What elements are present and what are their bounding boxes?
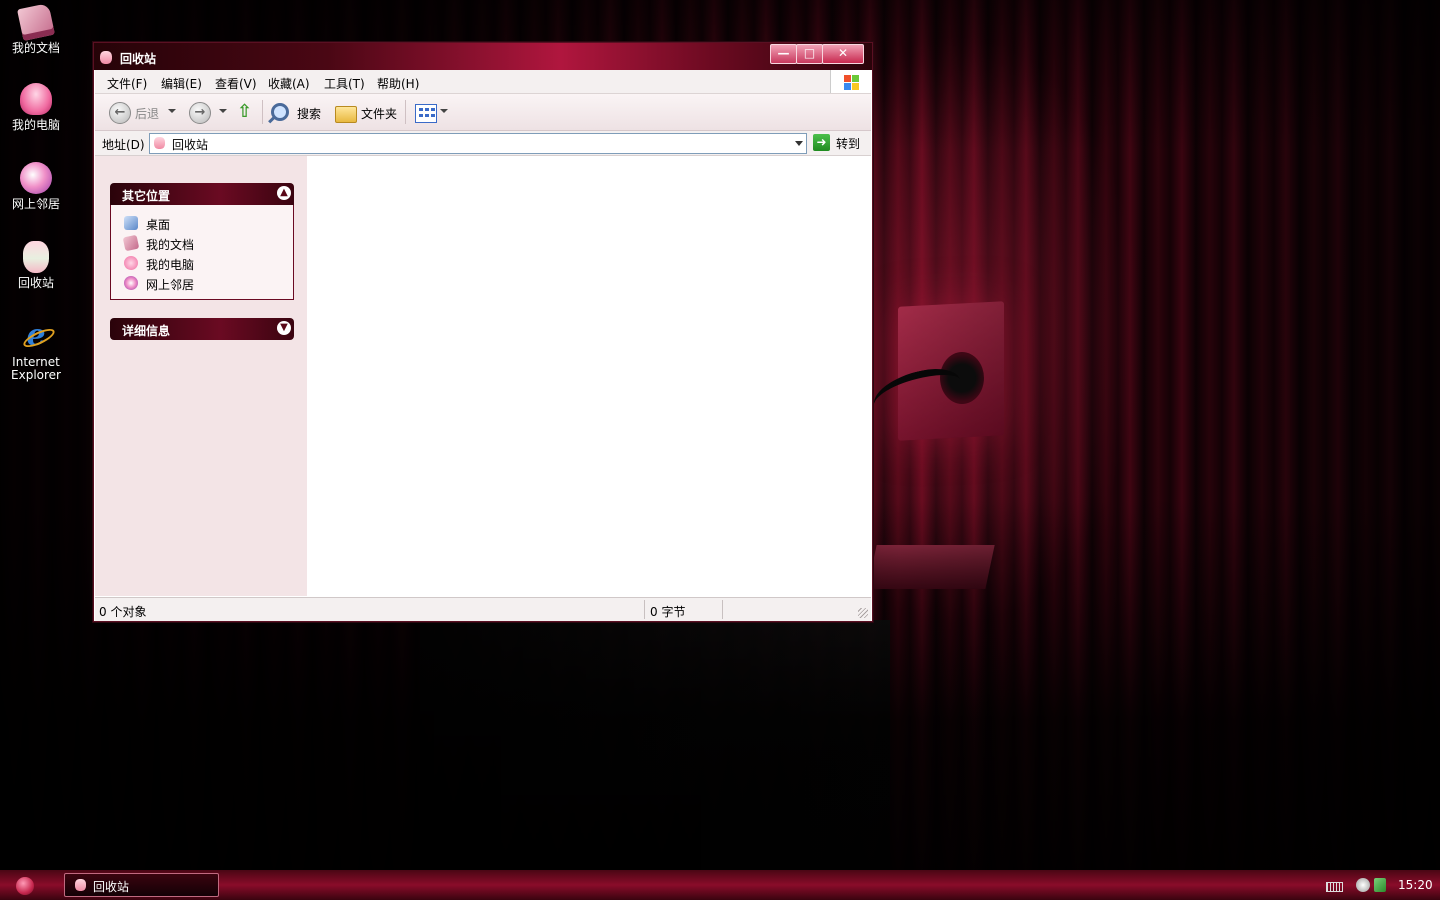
status-size: 0 字节 <box>650 605 686 619</box>
back-arrow-icon[interactable]: ← <box>109 102 131 124</box>
go-button-label: 转到 <box>836 137 861 151</box>
desktop-icon <box>124 216 138 230</box>
toolbar: ← 后退 → ⇧ 搜索 文件夹 <box>95 94 871 131</box>
status-object-count: 0 个对象 <box>99 605 147 619</box>
desktop-icon-recycle-bin[interactable]: 回收站 <box>4 241 68 290</box>
place-label[interactable]: 我的文档 <box>146 236 194 253</box>
status-bar: 0 个对象 0 字节 <box>95 597 871 621</box>
other-places-pane: 其它位置 ▲ 桌面 我的文档 我的电脑 网上邻居 <box>110 183 294 300</box>
desktop-icon-label: 我的电脑 <box>11 118 60 132</box>
address-value[interactable]: 回收站 <box>172 136 208 153</box>
details-pane: 详细信息 ▼ <box>110 318 294 340</box>
window-title: 回收站 <box>120 52 157 66</box>
other-places-header[interactable]: 其它位置 ▲ <box>110 183 294 205</box>
resize-grip-icon[interactable] <box>858 608 868 618</box>
details-title: 详细信息 <box>122 324 171 338</box>
close-button[interactable]: ✕ <box>822 44 864 64</box>
other-places-title: 其它位置 <box>122 189 171 203</box>
back-button-label[interactable]: 后退 <box>135 105 159 122</box>
recycle-bin-icon <box>154 137 165 149</box>
views-dropdown-icon[interactable] <box>440 109 448 113</box>
up-folder-icon[interactable]: ⇧ <box>237 103 252 121</box>
views-icon[interactable] <box>415 104 437 123</box>
task-pane: 其它位置 ▲ 桌面 我的文档 我的电脑 网上邻居 详细信息 ▼ <box>95 156 307 596</box>
desktop-icon-label: 我的文档 <box>11 41 60 55</box>
toolbar-separator <box>262 100 263 124</box>
safely-remove-icon[interactable] <box>1374 878 1386 892</box>
status-divider <box>644 600 645 619</box>
desktop-icon-label: 网上邻居 <box>11 197 60 211</box>
forward-arrow-icon[interactable]: → <box>189 102 211 124</box>
place-network[interactable]: 网上邻居 <box>111 273 293 293</box>
menu-view[interactable]: 查看(V) <box>215 75 257 92</box>
forward-dropdown-icon[interactable] <box>219 109 227 113</box>
recycle-bin-icon <box>75 879 86 891</box>
go-button[interactable]: ➜ 转到 <box>813 133 867 153</box>
menu-file[interactable]: 文件(F) <box>107 75 147 92</box>
address-bar: 地址(D) 回收站 ➜ 转到 <box>95 131 871 156</box>
place-my-computer[interactable]: 我的电脑 <box>111 253 293 273</box>
menu-tools[interactable]: 工具(T) <box>324 75 365 92</box>
menu-bar: 文件(F) 编辑(E) 查看(V) 收藏(A) 工具(T) 帮助(H) <box>95 70 871 94</box>
network-tray-icon[interactable] <box>1356 878 1370 892</box>
file-list-area[interactable] <box>307 156 871 596</box>
maximize-button[interactable]: □ <box>796 44 823 64</box>
desktop-icon-network-places[interactable]: 网上邻居 <box>4 162 68 211</box>
taskbar-clock[interactable]: 15:20 <box>1398 878 1433 892</box>
taskbar: 回收站 15:20 <box>0 870 1440 900</box>
place-label[interactable]: 桌面 <box>146 216 170 233</box>
start-button[interactable] <box>16 877 34 895</box>
toolbar-separator <box>405 100 406 124</box>
network-places-icon <box>20 162 52 194</box>
my-documents-icon <box>17 3 55 41</box>
minimize-button[interactable]: — <box>770 44 797 64</box>
desktop-icon-my-documents[interactable]: 我的文档 <box>4 3 68 55</box>
back-dropdown-icon[interactable] <box>168 109 176 113</box>
window-content: 其它位置 ▲ 桌面 我的文档 我的电脑 网上邻居 详细信息 ▼ <box>95 156 871 596</box>
place-my-documents[interactable]: 我的文档 <box>111 233 293 253</box>
internet-explorer-icon: e <box>20 320 52 352</box>
place-label[interactable]: 网上邻居 <box>146 276 194 293</box>
windows-logo-icon <box>830 70 871 93</box>
desktop-icon-label: Internet Explorer <box>11 355 61 382</box>
recycle-bin-icon <box>100 51 112 64</box>
taskbar-item-recycle-bin[interactable]: 回收站 <box>64 873 219 897</box>
title-bar[interactable]: 回收站 — □ ✕ <box>94 43 872 70</box>
place-desktop[interactable]: 桌面 <box>111 213 293 233</box>
address-input[interactable]: 回收站 <box>149 133 807 154</box>
desktop-icon-my-computer[interactable]: 我的电脑 <box>4 83 68 132</box>
status-divider <box>722 600 723 619</box>
my-computer-icon <box>124 256 138 270</box>
menu-edit[interactable]: 编辑(E) <box>161 75 202 92</box>
search-icon[interactable] <box>271 103 289 121</box>
address-dropdown-icon[interactable] <box>795 141 803 146</box>
folders-icon[interactable] <box>335 106 357 123</box>
menu-favorites[interactable]: 收藏(A) <box>268 75 310 92</box>
place-label[interactable]: 我的电脑 <box>146 256 194 273</box>
network-places-icon <box>124 276 138 290</box>
recycle-bin-window: 回收站 — □ ✕ 文件(F) 编辑(E) 查看(V) 收藏(A) 工具(T) … <box>93 42 873 622</box>
keyboard-icon[interactable] <box>1326 882 1343 892</box>
my-computer-icon <box>20 83 52 115</box>
other-places-list: 桌面 我的文档 我的电脑 网上邻居 <box>110 205 294 300</box>
recycle-bin-icon <box>23 241 49 273</box>
desktop-icon-internet-explorer[interactable]: e Internet Explorer <box>4 320 68 382</box>
folders-button-label[interactable]: 文件夹 <box>361 105 397 122</box>
address-label: 地址(D) <box>102 138 145 152</box>
search-button-label[interactable]: 搜索 <box>297 105 321 122</box>
collapse-icon[interactable]: ▲ <box>277 186 291 200</box>
go-arrow-icon: ➜ <box>813 134 830 151</box>
expand-icon[interactable]: ▼ <box>277 321 291 335</box>
menu-help[interactable]: 帮助(H) <box>377 75 419 92</box>
my-documents-icon <box>122 234 140 252</box>
taskbar-item-label: 回收站 <box>93 880 130 894</box>
desktop-icon-label: 回收站 <box>17 276 54 290</box>
details-header[interactable]: 详细信息 ▼ <box>110 318 294 340</box>
